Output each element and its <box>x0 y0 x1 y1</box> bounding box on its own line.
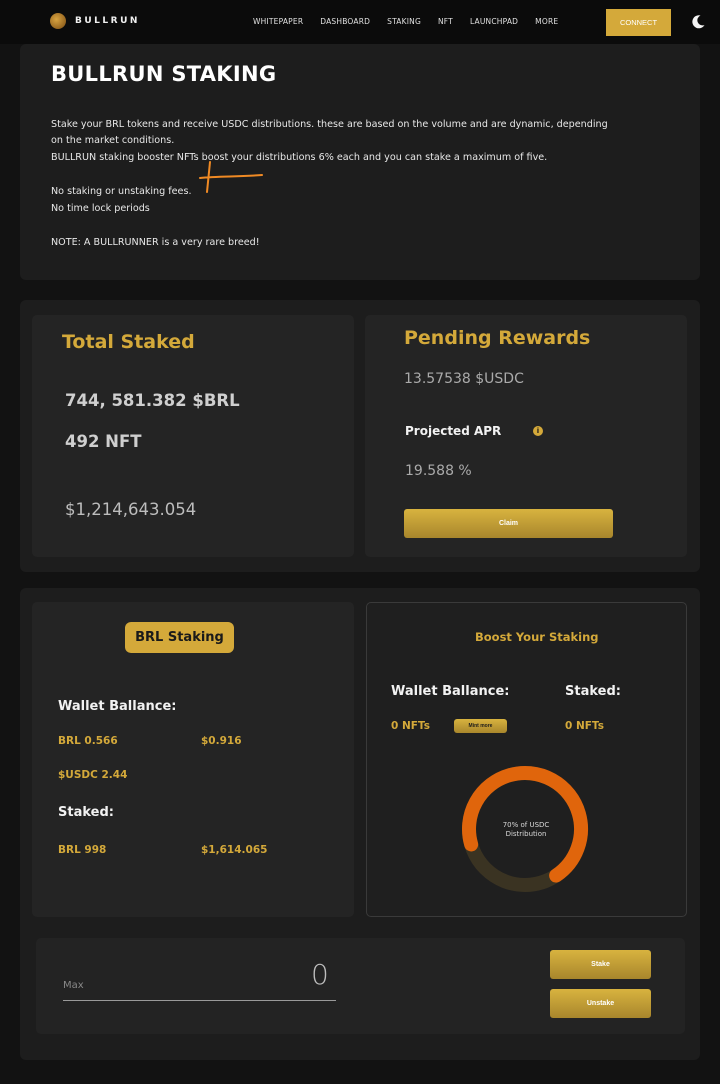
brl-staked-usd: $1,614.065 <box>201 844 268 856</box>
nft-staked-count: 0 NFTs <box>565 720 604 732</box>
total-staked-brl: 744, 581.382 $BRL <box>65 391 240 410</box>
brand-name: BULLRUN <box>75 16 140 26</box>
nav-more[interactable]: MORE <box>535 17 558 26</box>
intro-line-4: No staking or unstaking fees. <box>51 186 192 197</box>
intro-note: NOTE: A BULLRUNNER is a very rare breed! <box>51 237 260 248</box>
stake-button[interactable]: Stake <box>550 950 651 979</box>
nft-wallet-count: 0 NFTs <box>391 720 430 732</box>
unstake-button[interactable]: Unstake <box>550 989 651 1018</box>
claim-button[interactable]: Claim <box>404 509 613 538</box>
total-staked-title: Total Staked <box>62 331 195 353</box>
total-staked-nft: 492 NFT <box>65 432 142 451</box>
brl-staked-amount: BRL 998 <box>58 844 107 856</box>
pending-rewards-title: Pending Rewards <box>404 327 591 349</box>
brl-wallet-balance: BRL 0.566 <box>58 735 118 747</box>
total-staked-usd: $1,214,643.054 <box>65 500 197 519</box>
pending-rewards-amount: 13.57538 $USDC <box>404 371 524 387</box>
brl-wallet-usd: $0.916 <box>201 735 242 747</box>
max-placeholder[interactable]: Max <box>63 980 84 991</box>
bull-logo-icon <box>50 13 66 29</box>
intro-line-3: BULLRUN staking booster NFTs boost your … <box>51 152 548 163</box>
projected-apr-value: 19.588 % <box>405 463 472 479</box>
brand-logo[interactable]: BULLRUN <box>50 13 140 29</box>
pen-annotation-scribble <box>199 161 263 193</box>
stake-amount-value: 0 <box>311 958 329 991</box>
projected-apr-label: Projected APR <box>405 424 502 438</box>
nav-launchpad[interactable]: LAUNCHPAD <box>470 17 518 26</box>
staked-label: Staked: <box>58 805 114 820</box>
mint-more-button[interactable]: Mint more <box>454 719 507 733</box>
intro-line-5: No time lock periods <box>51 203 150 214</box>
nav-links: WHITEPAPER DASHBOARD STAKING NFT LAUNCHP… <box>253 17 575 26</box>
nft-staked-label: Staked: <box>565 684 621 699</box>
wallet-balance-label: Wallet Ballance: <box>58 699 177 714</box>
page-title: BULLRUN STAKING <box>51 62 277 86</box>
nav-nft[interactable]: NFT <box>438 17 453 26</box>
donut-label-line-1: 70% of USDC <box>502 821 550 829</box>
brl-staking-tab[interactable]: BRL Staking <box>125 622 234 653</box>
moon-icon[interactable] <box>690 14 706 30</box>
intro-line-2: on the market conditions. <box>51 135 175 146</box>
donut-label-line-2: Distribution <box>505 830 547 838</box>
stake-amount-input[interactable] <box>63 958 336 1001</box>
usdc-wallet-balance: $USDC 2.44 <box>58 769 128 781</box>
boost-staking-title: Boost Your Staking <box>475 630 599 644</box>
intro-line-1: Stake your BRL tokens and receive USDC d… <box>51 119 608 130</box>
donut-center-label: 70% of USDC Distribution <box>496 821 556 839</box>
top-navbar: BULLRUN WHITEPAPER DASHBOARD STAKING NFT… <box>0 0 720 44</box>
info-icon[interactable]: i <box>533 426 543 436</box>
connect-wallet-button[interactable]: CONNECT <box>606 9 671 36</box>
nft-wallet-balance-label: Wallet Ballance: <box>391 684 510 699</box>
nav-dashboard[interactable]: DASHBOARD <box>320 17 370 26</box>
nav-whitepaper[interactable]: WHITEPAPER <box>253 17 303 26</box>
nav-staking[interactable]: STAKING <box>387 17 421 26</box>
